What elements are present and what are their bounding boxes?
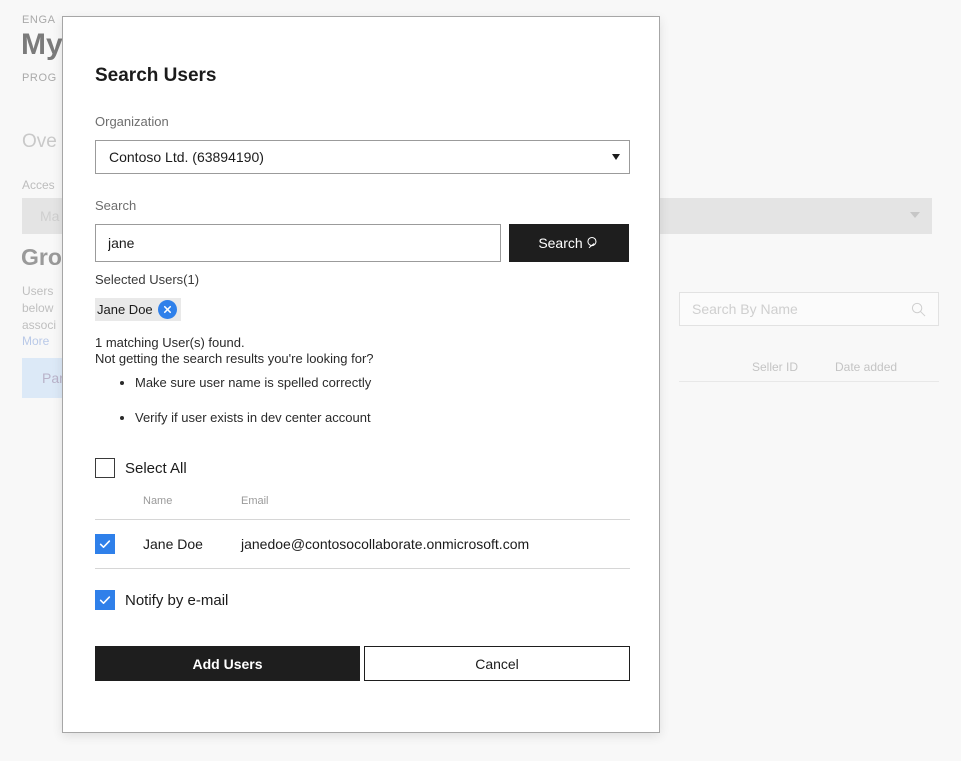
close-icon[interactable] <box>157 300 177 319</box>
background-more-link[interactable]: More <box>22 334 49 348</box>
cancel-button[interactable]: Cancel <box>364 646 630 681</box>
search-button[interactable]: Search <box>509 224 629 262</box>
row-name: Jane Doe <box>143 519 241 569</box>
search-icon <box>587 236 597 249</box>
selected-user-chip: Jane Doe <box>95 298 181 321</box>
selected-user-chip-label: Jane Doe <box>97 302 153 317</box>
list-item: Make sure user name is spelled correctly <box>135 375 371 390</box>
background-tab-overview[interactable]: Ove <box>22 131 57 153</box>
add-users-button[interactable]: Add Users <box>95 646 360 681</box>
list-item: Verify if user exists in dev center acco… <box>135 410 371 425</box>
background-section-heading: Gro <box>21 244 62 270</box>
close-glyph <box>163 305 171 314</box>
notify-by-email-label: Notify by e-mail <box>125 591 229 609</box>
organization-label: Organization <box>95 114 169 129</box>
chevron-down-icon <box>612 154 620 160</box>
background-access-label: Acces <box>22 178 55 192</box>
background-page-title: My <box>21 28 63 61</box>
search-button-label: Search <box>538 235 583 251</box>
search-results-table: Name Email Jane Doe janedoe@contosocolla… <box>95 495 630 569</box>
select-all-label: Select All <box>125 459 187 477</box>
table-header-row: Name Email <box>95 495 630 520</box>
background-table-divider <box>679 381 939 382</box>
search-icon <box>911 302 926 317</box>
checkmark-icon <box>99 540 111 548</box>
search-users-dialog: Search Users Organization Contoso Ltd. (… <box>62 16 660 733</box>
matching-users-message: 1 matching User(s) found. <box>95 335 245 350</box>
selected-users-label: Selected Users(1) <box>95 272 200 287</box>
background-search-by-name-input[interactable]: Search By Name <box>679 292 939 326</box>
checkmark-icon <box>99 596 111 604</box>
chevron-down-icon <box>910 212 920 218</box>
notify-by-email-row[interactable]: Notify by e-mail <box>95 590 228 610</box>
background-eyebrow-secondary: PROG <box>22 72 57 84</box>
background-eyebrow: ENGA <box>22 14 56 26</box>
search-input[interactable] <box>95 224 501 262</box>
column-header-email: Email <box>241 495 269 507</box>
organization-selected-value: Contoso Ltd. (63894190) <box>109 149 264 165</box>
background-column-seller-id: Seller ID <box>752 360 799 374</box>
background-search-placeholder: Search By Name <box>692 301 798 317</box>
search-tips-list: Make sure user name is spelled correctly… <box>95 375 371 445</box>
organization-select[interactable]: Contoso Ltd. (63894190) <box>95 140 630 174</box>
notify-by-email-checkbox[interactable] <box>95 590 115 610</box>
background-pivot-label: Par <box>42 370 64 386</box>
row-email: janedoe@contosocollaborate.onmicrosoft.c… <box>241 519 630 569</box>
table-row[interactable]: Jane Doe janedoe@contosocollaborate.onmi… <box>95 519 630 569</box>
search-hint-message: Not getting the search results you're lo… <box>95 351 374 366</box>
background-column-date-added: Date added <box>835 360 898 374</box>
background-dropdown-label: Ma <box>40 208 60 224</box>
search-label: Search <box>95 198 137 213</box>
dialog-title: Search Users <box>95 65 217 86</box>
select-all-checkbox[interactable] <box>95 458 115 478</box>
column-header-name: Name <box>143 495 173 507</box>
row-checkbox-cell[interactable] <box>95 519 143 569</box>
row-checkbox[interactable] <box>95 534 115 554</box>
select-all-row[interactable]: Select All <box>95 458 187 478</box>
column-header-checkbox <box>95 495 143 520</box>
